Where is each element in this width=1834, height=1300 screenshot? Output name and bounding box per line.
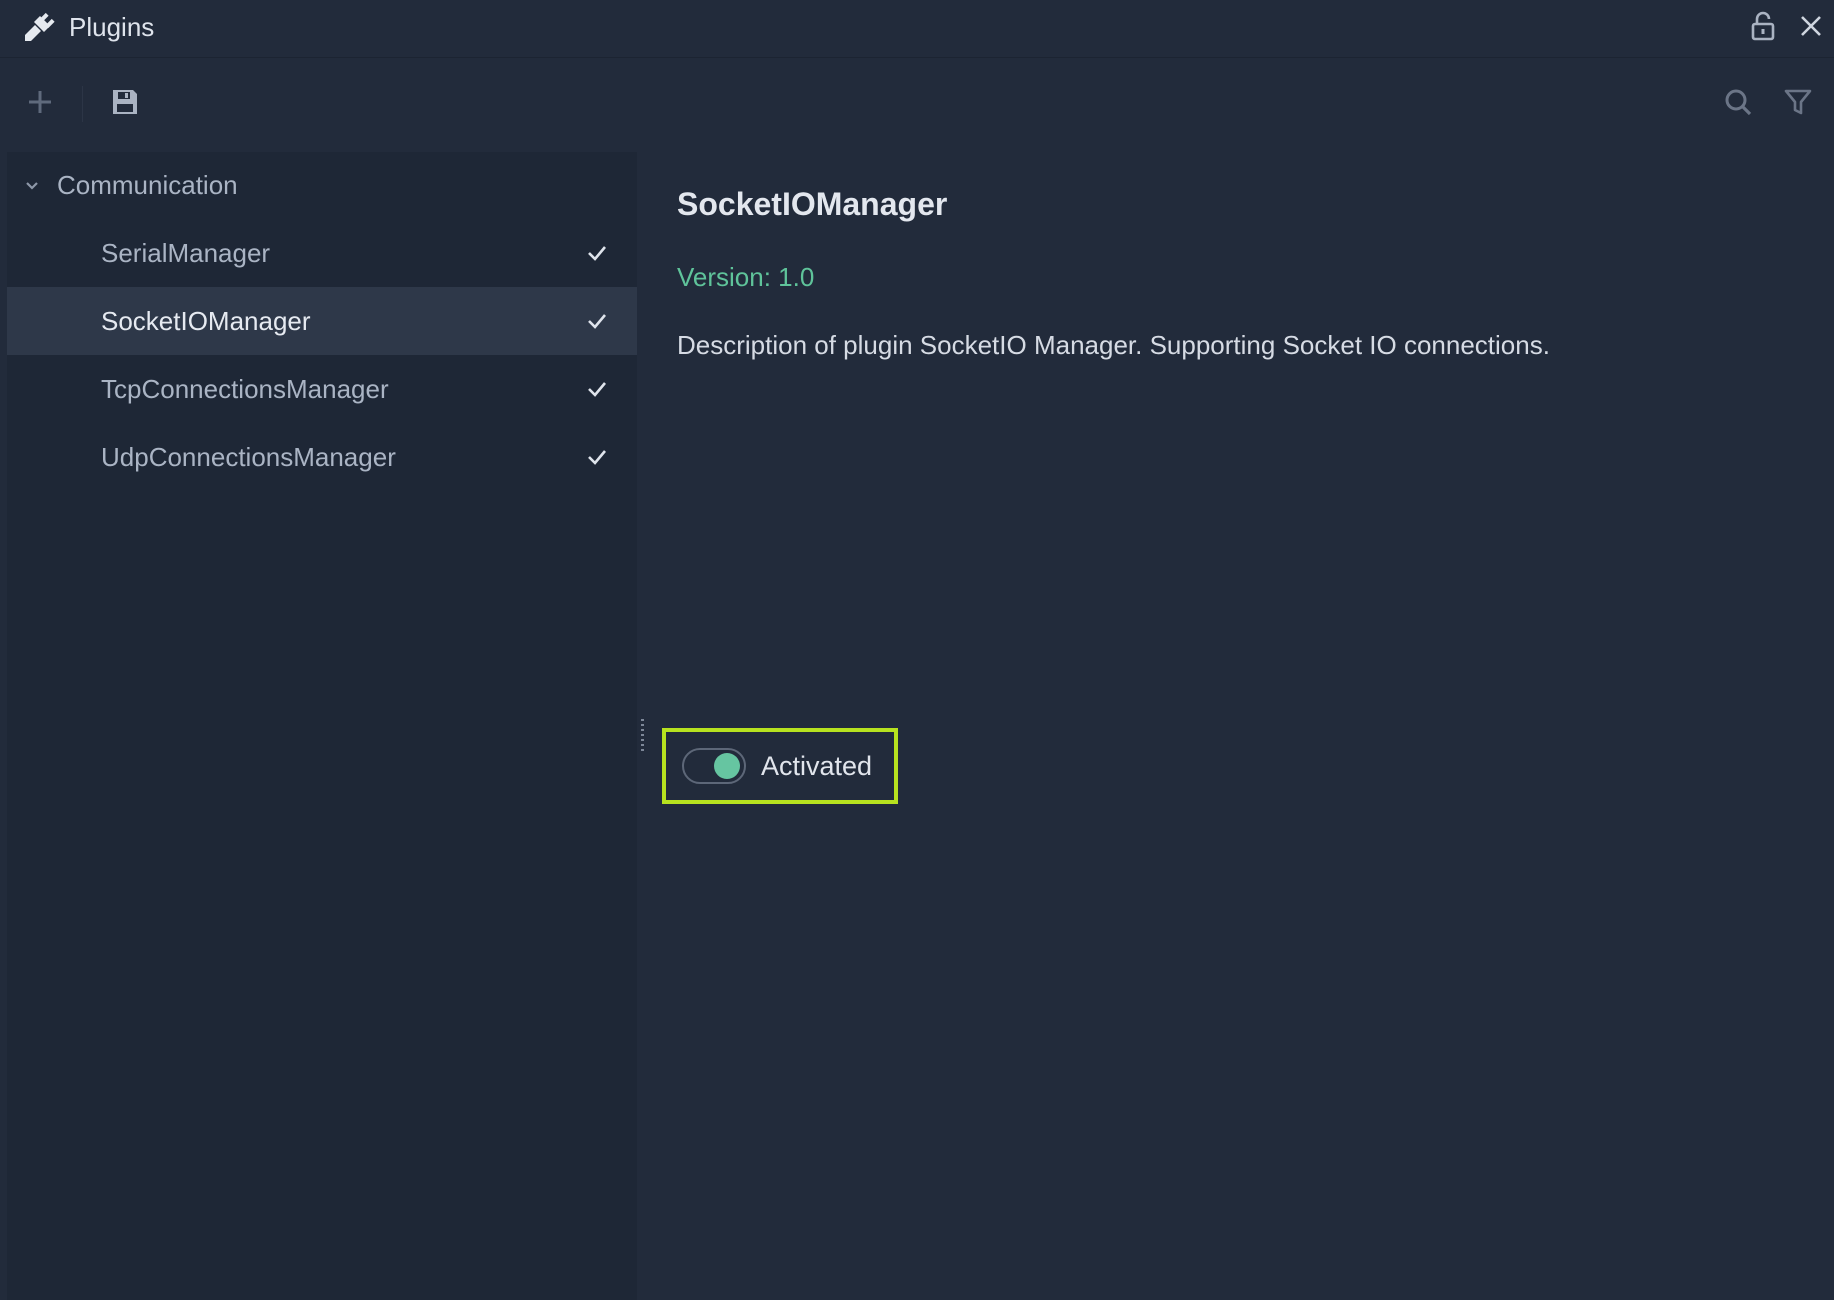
search-icon bbox=[1723, 87, 1753, 122]
toolbar-divider bbox=[82, 86, 83, 122]
activated-toggle[interactable] bbox=[682, 748, 746, 784]
plugin-tree: Communication SerialManager SocketIOMana… bbox=[7, 152, 637, 1300]
activated-toggle-highlight: Activated bbox=[662, 728, 898, 804]
check-icon bbox=[585, 445, 609, 469]
list-item-socketiomanager[interactable]: SocketIOManager bbox=[7, 287, 637, 355]
toggle-label: Activated bbox=[761, 751, 873, 781]
plug-icon bbox=[20, 10, 56, 46]
lock-icon bbox=[1750, 11, 1776, 46]
check-icon bbox=[585, 309, 609, 333]
toggle-knob bbox=[714, 753, 740, 779]
plus-icon bbox=[26, 88, 54, 121]
list-item-serialmanager[interactable]: SerialManager bbox=[7, 219, 637, 287]
plugins-window: Plugins Communication SerialManager Sock… bbox=[0, 0, 1834, 1300]
list-item-label: SerialManager bbox=[101, 238, 271, 268]
group-label: Communication bbox=[57, 170, 238, 200]
close-button[interactable] bbox=[1792, 9, 1830, 47]
title-bar: Plugins bbox=[0, 0, 1834, 58]
close-icon bbox=[1799, 14, 1823, 43]
add-button[interactable] bbox=[18, 82, 62, 126]
window-title: Plugins bbox=[69, 12, 155, 42]
check-icon bbox=[585, 241, 609, 265]
plugin-version: Version: 1.0 bbox=[677, 262, 815, 292]
list-item-label: SocketIOManager bbox=[101, 306, 311, 336]
filter-icon bbox=[1783, 87, 1813, 122]
lock-button[interactable] bbox=[1744, 9, 1782, 47]
list-item-tcpconnectionsmanager[interactable]: TcpConnectionsManager bbox=[7, 355, 637, 423]
filter-button[interactable] bbox=[1776, 82, 1820, 126]
check-icon bbox=[585, 377, 609, 401]
save-icon bbox=[110, 87, 140, 122]
list-item-udpconnectionsmanager[interactable]: UdpConnectionsManager bbox=[7, 423, 637, 491]
chevron-down-icon[interactable] bbox=[21, 174, 43, 196]
group-communication[interactable]: Communication bbox=[7, 152, 637, 218]
plugin-name: SocketIOManager bbox=[677, 186, 948, 222]
list-item-label: TcpConnectionsManager bbox=[101, 374, 389, 404]
search-button[interactable] bbox=[1716, 82, 1760, 126]
list-item-label: UdpConnectionsManager bbox=[101, 442, 396, 472]
save-button[interactable] bbox=[103, 82, 147, 126]
plugin-description: Description of plugin SocketIO Manager. … bbox=[677, 330, 1550, 360]
toolbar bbox=[0, 58, 1834, 150]
panel-splitter-handle[interactable] bbox=[640, 718, 646, 754]
